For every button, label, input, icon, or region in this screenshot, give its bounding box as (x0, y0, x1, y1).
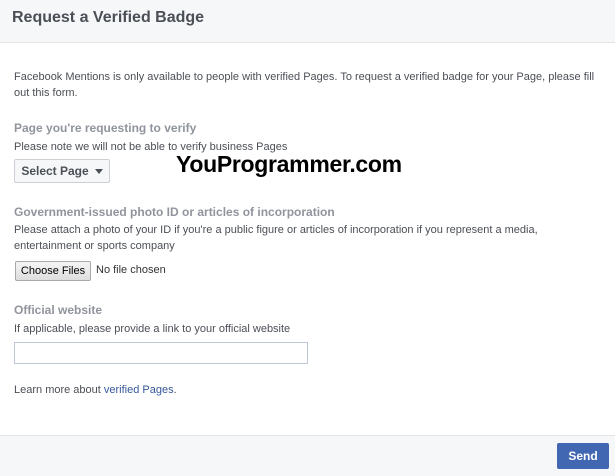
watermark: YouProgrammer.com (176, 151, 402, 177)
caret-down-icon (94, 168, 103, 174)
learn-more-text: Learn more about verified Pages. (14, 384, 177, 396)
website-section-note: If applicable, please provide a link to … (14, 323, 291, 335)
choose-files-button[interactable]: Choose Files (15, 261, 91, 281)
verified-pages-link[interactable]: verified Pages (104, 384, 174, 396)
id-section-note: Please attach a photo of your ID if you'… (14, 224, 538, 252)
website-section-title: Official website (14, 303, 103, 317)
intro-text: Facebook Mentions is only available to p… (14, 71, 595, 99)
learn-more-suffix: . (173, 384, 177, 396)
page-section-title: Page you're requesting to verify (14, 121, 197, 135)
file-status: No file chosen (96, 264, 166, 276)
dialog-header: Request a Verified Badge (0, 0, 615, 43)
send-button[interactable]: Send (557, 443, 609, 469)
learn-more-prefix: Learn more about (14, 384, 104, 396)
select-page-button[interactable]: Select Page (14, 159, 110, 183)
dialog-footer (0, 435, 615, 476)
dialog-title: Request a Verified Badge (12, 9, 205, 26)
select-page-label: Select Page (21, 164, 89, 178)
website-input[interactable] (14, 342, 308, 364)
id-section-title: Government-issued photo ID or articles o… (14, 205, 335, 219)
